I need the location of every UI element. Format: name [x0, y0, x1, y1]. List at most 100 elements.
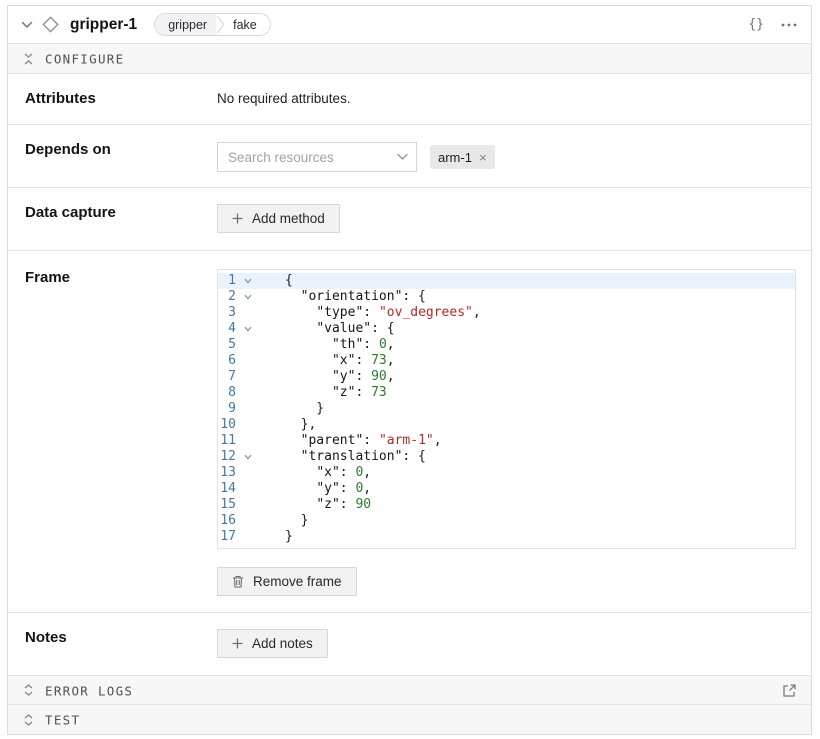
line-number: 6: [218, 353, 236, 369]
line-number: 17: [218, 529, 236, 545]
depends-search-select: [217, 142, 417, 172]
json-mode-icon[interactable]: {}: [748, 17, 764, 32]
test-section-label: TEST: [45, 713, 80, 728]
code-text: "x": 73,: [260, 353, 395, 369]
line-number: 13: [218, 465, 236, 481]
code-line[interactable]: 13 "x": 0,: [218, 465, 795, 481]
code-text: },: [260, 417, 316, 433]
line-number: 4: [218, 321, 236, 337]
remove-frame-button[interactable]: Remove frame: [217, 567, 357, 596]
notes-label: Notes: [25, 629, 217, 646]
fold-gutter: [236, 481, 260, 497]
frame-json-editor[interactable]: 1{2 "orientation": {3 "type": "ov_degree…: [217, 269, 796, 549]
code-text: }: [260, 401, 324, 417]
component-config-card: gripper-1 gripper fake {} CONFIGURE Attr…: [7, 5, 812, 735]
add-method-button[interactable]: Add method: [217, 204, 340, 233]
type-badge: gripper: [155, 14, 216, 35]
fold-gutter: [236, 401, 260, 417]
add-notes-button[interactable]: Add notes: [217, 629, 328, 658]
code-line[interactable]: 14 "y": 0,: [218, 481, 795, 497]
code-text: {: [260, 273, 293, 289]
code-line[interactable]: 9 }: [218, 401, 795, 417]
attributes-row: Attributes No required attributes.: [8, 74, 811, 125]
code-line[interactable]: 4 "value": {: [218, 321, 795, 337]
line-number: 9: [218, 401, 236, 417]
code-text: }: [260, 529, 293, 545]
component-type-model-badge: gripper fake: [154, 13, 271, 36]
fold-gutter: [236, 417, 260, 433]
dependency-chip-arm-1[interactable]: arm-1 ×: [430, 145, 495, 169]
line-number: 14: [218, 481, 236, 497]
code-line[interactable]: 15 "z": 90: [218, 497, 795, 513]
code-text: "z": 73: [260, 385, 387, 401]
badge-separator-chevron-icon: [216, 14, 225, 35]
line-number: 5: [218, 337, 236, 353]
configure-section-bar[interactable]: CONFIGURE: [8, 44, 811, 74]
fold-gutter: [236, 305, 260, 321]
code-line[interactable]: 7 "y": 90,: [218, 369, 795, 385]
line-number: 11: [218, 433, 236, 449]
code-line[interactable]: 6 "x": 73,: [218, 353, 795, 369]
fold-gutter: [236, 433, 260, 449]
dependency-chip-label: arm-1: [438, 150, 472, 165]
fold-gutter: [236, 465, 260, 481]
code-text: "y": 0,: [260, 481, 371, 497]
code-line[interactable]: 11 "parent": "arm-1",: [218, 433, 795, 449]
gripper-component-icon: [42, 16, 59, 33]
open-external-icon[interactable]: [782, 683, 797, 698]
plus-icon: [232, 638, 243, 649]
data-capture-row: Data capture Add method: [8, 188, 811, 251]
code-line[interactable]: 3 "type": "ov_degrees",: [218, 305, 795, 321]
test-section-bar[interactable]: TEST: [8, 705, 811, 734]
configure-section-label: CONFIGURE: [45, 52, 124, 67]
code-text: "value": {: [260, 321, 395, 337]
collapse-section-icon: [23, 53, 34, 65]
code-line[interactable]: 10 },: [218, 417, 795, 433]
fold-chevron-icon[interactable]: [236, 321, 260, 337]
code-line[interactable]: 12 "translation": {: [218, 449, 795, 465]
fold-chevron-icon[interactable]: [236, 273, 260, 289]
fold-gutter: [236, 497, 260, 513]
remove-frame-button-label: Remove frame: [253, 574, 342, 589]
depends-search-input[interactable]: [217, 142, 417, 172]
line-number: 8: [218, 385, 236, 401]
expand-section-icon: [23, 684, 34, 696]
code-text: "translation": {: [260, 449, 426, 465]
select-chevron-down-icon[interactable]: [397, 154, 408, 161]
fold-chevron-icon[interactable]: [236, 449, 260, 465]
fold-gutter: [236, 385, 260, 401]
component-name: gripper-1: [70, 16, 137, 34]
line-number: 16: [218, 513, 236, 529]
line-number: 3: [218, 305, 236, 321]
collapse-chevron-icon[interactable]: [21, 21, 33, 29]
trash-icon: [232, 575, 244, 588]
remove-dependency-icon[interactable]: ×: [479, 151, 487, 164]
code-line[interactable]: 1{: [218, 273, 795, 289]
code-text: "x": 0,: [260, 465, 371, 481]
line-number: 15: [218, 497, 236, 513]
notes-row: Notes Add notes: [8, 613, 811, 676]
code-line[interactable]: 8 "z": 73: [218, 385, 795, 401]
frame-label: Frame: [25, 269, 217, 286]
code-text: "th": 0,: [260, 337, 395, 353]
code-line[interactable]: 5 "th": 0,: [218, 337, 795, 353]
attributes-message: No required attributes.: [217, 90, 795, 106]
code-text: "orientation": {: [260, 289, 426, 305]
error-logs-section-bar[interactable]: ERROR LOGS: [8, 676, 811, 705]
ellipsis-menu-icon[interactable]: [781, 23, 797, 27]
fold-gutter: [236, 529, 260, 545]
code-line[interactable]: 17}: [218, 529, 795, 545]
expand-section-icon: [23, 714, 34, 726]
fold-chevron-icon[interactable]: [236, 289, 260, 305]
error-logs-section-label: ERROR LOGS: [45, 683, 133, 698]
data-capture-label: Data capture: [25, 204, 217, 221]
depends-on-row: Depends on arm-1 ×: [8, 125, 811, 188]
code-text: "z": 90: [260, 497, 371, 513]
code-line[interactable]: 16 }: [218, 513, 795, 529]
code-line[interactable]: 2 "orientation": {: [218, 289, 795, 305]
fold-gutter: [236, 337, 260, 353]
add-method-button-label: Add method: [252, 211, 325, 226]
plus-icon: [232, 213, 243, 224]
line-number: 1: [218, 273, 236, 289]
fold-gutter: [236, 513, 260, 529]
